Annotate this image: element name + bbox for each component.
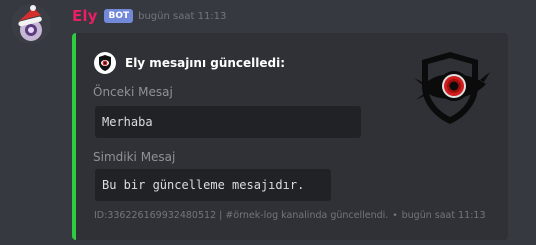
message-header: Ely BOT bugün saat 11:13 bbox=[72, 6, 226, 26]
message-timestamp: bugün saat 11:13 bbox=[138, 10, 227, 22]
embed-footer: ID:336226169932480512 | #örnek-log kanal… bbox=[94, 210, 485, 221]
username[interactable]: Ely bbox=[72, 7, 97, 25]
field-previous-message-value: Merhaba bbox=[95, 106, 361, 138]
footer-separator: • bbox=[392, 210, 398, 221]
footer-text: ID:336226169932480512 | #örnek-log kanal… bbox=[94, 210, 389, 221]
user-avatar[interactable] bbox=[11, 4, 51, 44]
red-eye-shield-icon bbox=[94, 52, 116, 74]
field-current-message-value: Bu bir güncelleme mesajıdır. bbox=[95, 169, 331, 201]
red-eye-shield-logo-icon bbox=[414, 52, 490, 124]
field-previous-message-label: Önceki Mesaj bbox=[93, 85, 173, 99]
message-embed: Ely mesajını güncelledi: Önceki Mesaj Me… bbox=[72, 33, 508, 240]
footer-timestamp: bugün saat 11:13 bbox=[401, 210, 486, 221]
embed-author: Ely mesajını güncelledi: bbox=[94, 52, 285, 74]
ely-santa-hat-avatar-icon bbox=[11, 4, 51, 44]
embed-thumbnail[interactable] bbox=[410, 48, 490, 128]
bot-badge: BOT bbox=[104, 9, 134, 23]
field-current-message-label: Simdiki Mesaj bbox=[93, 150, 176, 164]
embed-author-name: Ely mesajını güncelledi: bbox=[125, 56, 286, 70]
